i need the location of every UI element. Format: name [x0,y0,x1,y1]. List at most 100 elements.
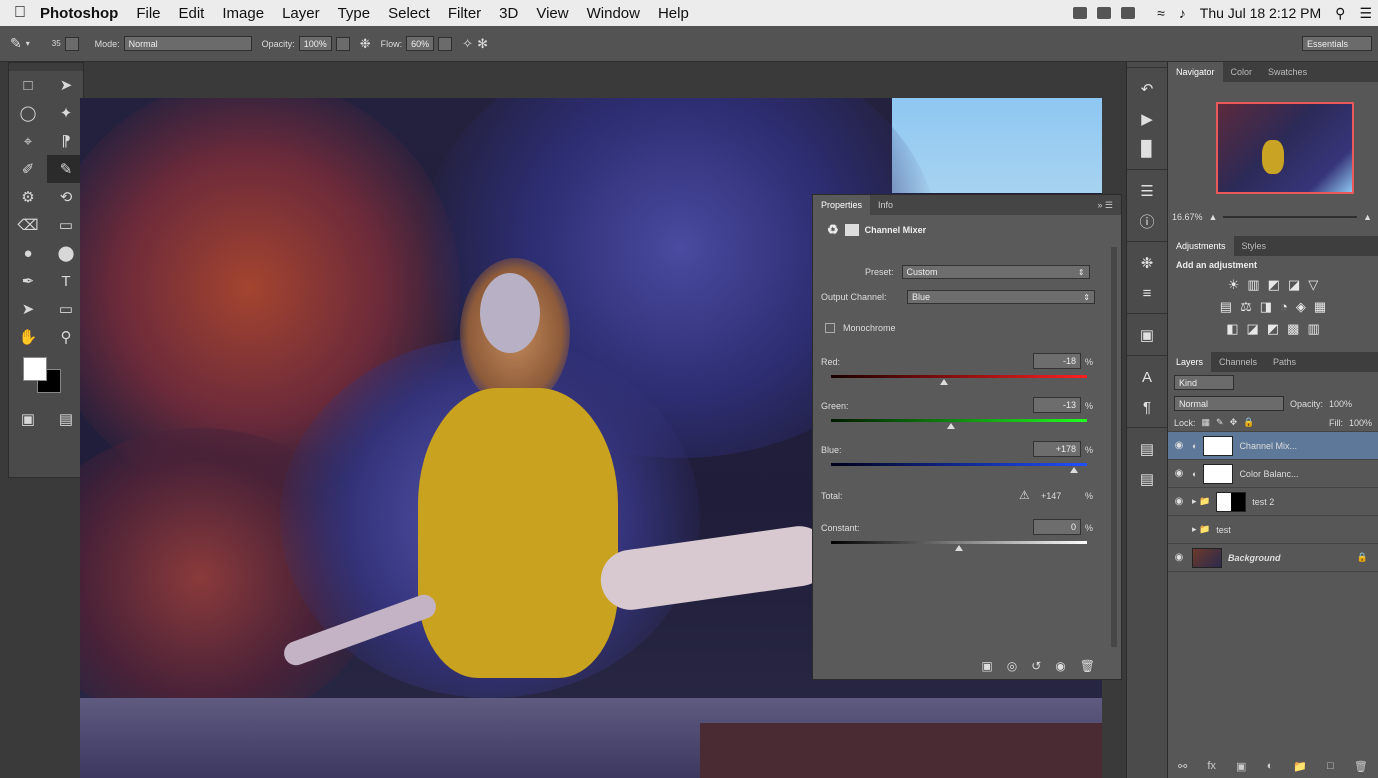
layer-row[interactable]: ◉ Background 🔒 [1168,544,1378,572]
red-value[interactable]: -18 [1033,353,1081,369]
black-white-icon[interactable]: ◨ [1260,299,1272,315]
view-previous-state-icon[interactable]: ◎ [1007,659,1017,673]
folder-icon[interactable]: ▸ 📁 [1192,496,1210,507]
layer-name[interactable]: Channel Mix... [1239,441,1297,451]
channel-mixer-icon[interactable]: ◈ [1296,299,1306,315]
tab-paths[interactable]: Paths [1265,352,1304,372]
menu-3d[interactable]: 3D [499,5,518,22]
layer-row[interactable]: ▸ 📁 test [1168,516,1378,544]
layer-mask-thumbnail[interactable] [1216,491,1247,512]
actions-icon[interactable]: ▶ [1127,104,1167,134]
delete-adjustment-icon[interactable]: 🗑 [1080,659,1095,673]
navigator-thumbnail[interactable] [1216,102,1354,194]
link-layers-icon[interactable]: ⚯ [1178,760,1187,773]
layer-row[interactable]: ◉ ◐ Channel Mix... [1168,432,1378,460]
visibility-eye-icon[interactable]: ◉ [1172,552,1186,563]
brush-icon[interactable]: ≡ [1127,278,1167,308]
brush-panel-toggle[interactable] [64,36,79,51]
hue-saturation-icon[interactable]: ▤ [1220,299,1232,315]
tray-icon[interactable] [1073,7,1088,19]
brush-presets-icon[interactable]: ❉ [1127,248,1167,278]
delete-layer-icon[interactable]: 🗑 [1354,760,1368,773]
constant-slider-track[interactable] [831,541,1087,544]
clock[interactable]: Thu Jul 18 2:12 PM [1200,5,1321,21]
volume-icon[interactable]: ♪ [1179,5,1186,21]
lock-transparency-icon[interactable]: ▦ [1202,417,1211,428]
zoom-slider[interactable] [1223,216,1358,218]
visibility-eye-icon[interactable]: ◉ [1172,440,1186,451]
panel-collapse-icon[interactable]: » ☰ [1089,200,1121,211]
preset-select[interactable]: Custom [901,265,1090,279]
mode-select[interactable]: Normal [123,36,252,51]
new-group-icon[interactable]: 📁 [1293,760,1307,773]
layer-kind-filter[interactable]: Kind [1174,375,1234,390]
vibrance-icon[interactable]: ▽ [1308,277,1318,293]
menu-image[interactable]: Image [222,5,264,22]
layer-name[interactable]: test 2 [1252,497,1274,507]
layer-fill-value[interactable]: 100% [1349,418,1372,428]
notification-list-icon[interactable]: ☰ [1359,5,1372,22]
quick-mask-icon[interactable]: ▣ [9,405,47,433]
lock-all-icon[interactable]: 🔒 [1243,417,1254,428]
adjustment-icon[interactable]: ♻ [827,222,839,238]
brightness-icon[interactable]: ☀ [1228,277,1240,293]
layer-comps-icon[interactable]: ▤ [1127,434,1167,464]
layer-name[interactable]: test [1216,525,1231,535]
invert-icon[interactable]: ◧ [1226,321,1238,337]
info-icon[interactable]: ⓘ [1127,206,1167,236]
clone-stamp-tool-icon[interactable]: ⚙ [9,183,47,211]
color-balance-icon[interactable]: ⚖ [1240,299,1252,315]
opacity-pressure-icon[interactable] [335,36,350,51]
crop-tool-icon[interactable]: ⌖ [9,127,47,155]
blend-mode-select[interactable]: Normal [1174,396,1284,411]
tray-icon[interactable] [1121,7,1136,19]
menu-layer[interactable]: Layer [282,5,320,22]
blue-value[interactable]: +178 [1033,441,1081,457]
levels-icon[interactable]: ▥ [1247,277,1259,293]
folder-icon[interactable]: ▸ 📁 [1192,524,1210,535]
new-layer-icon[interactable]: □ [1327,760,1334,772]
blue-slider-thumb[interactable] [1070,467,1079,473]
tray-icon[interactable] [1097,7,1112,19]
tab-properties[interactable]: Properties [813,195,871,215]
visibility-eye-icon[interactable]: ◉ [1172,496,1186,507]
layer-name[interactable]: Color Balanc... [1239,469,1298,479]
panel-grip[interactable] [9,63,83,71]
brush-size[interactable]: 35 [52,39,61,48]
hand-tool-icon[interactable]: ✋ [9,323,47,351]
opacity-field[interactable]: 100% [298,36,332,51]
menu-type[interactable]: Type [338,5,371,22]
menu-view[interactable]: View [536,5,568,22]
green-slider-thumb[interactable] [947,423,956,429]
spotlight-search-icon[interactable]: ⚲ [1335,5,1345,22]
eraser-tool-icon[interactable]: ⌫ [9,211,47,239]
color-lookup-icon[interactable]: ▦ [1314,299,1326,315]
tab-layers[interactable]: Layers [1168,352,1212,372]
layer-row[interactable]: ◉ ▸ 📁 test 2 [1168,488,1378,516]
tab-adjustments[interactable]: Adjustments [1168,236,1234,256]
layer-name[interactable]: Background [1228,553,1281,563]
path-select-tool-icon[interactable]: ➤ [9,295,47,323]
layer-style-icon[interactable]: fx [1207,760,1216,772]
navigator-zoom[interactable]: 16.67% [1172,212,1203,222]
move-tool-icon[interactable]: ➤ [47,71,85,99]
lasso-tool-icon[interactable]: ◯ [9,99,47,127]
tab-info[interactable]: Info [870,195,901,215]
menu-filter[interactable]: Filter [448,5,481,22]
flow-field[interactable]: 60% [406,36,435,51]
healing-brush-tool-icon[interactable]: ✐ [9,155,47,183]
notes-icon[interactable]: ▤ [1127,464,1167,494]
blue-slider-track[interactable] [831,463,1087,466]
wifi-icon[interactable]: ≈ [1157,5,1165,21]
visibility-toggle-icon[interactable]: ◉ [1055,659,1065,673]
clip-to-layer-icon[interactable]: ▣ [981,659,992,673]
flow-toggle[interactable] [438,36,453,51]
selective-color-icon[interactable]: ▩ [1287,321,1299,337]
zoom-in-icon[interactable]: ▲ [1363,212,1372,222]
smoothing-icon[interactable]: ✧ [462,36,473,52]
layer-mask-thumbnail[interactable] [1203,463,1234,484]
threshold-icon[interactable]: ◩ [1267,321,1279,337]
history-icon[interactable]: ↶ [1127,74,1167,104]
menu-edit[interactable]: Edit [179,5,205,22]
tab-color[interactable]: Color [1223,62,1261,82]
